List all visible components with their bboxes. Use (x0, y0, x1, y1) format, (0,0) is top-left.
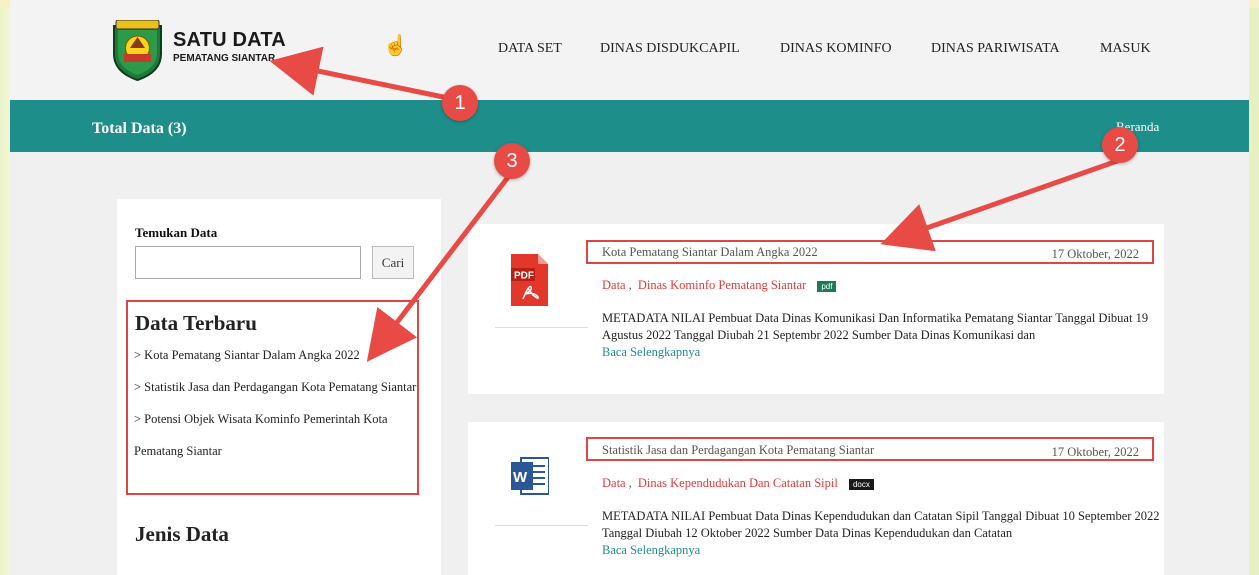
annotation-marker-1: 1 (442, 85, 478, 121)
arrow-3 (366, 169, 515, 362)
arrow-2 (880, 157, 1123, 252)
arrow-1 (269, 46, 451, 101)
annotation-marker-3: 3 (494, 143, 530, 179)
annotation-arrows (269, 46, 1123, 362)
annotation-marker-2: 2 (1102, 127, 1138, 163)
